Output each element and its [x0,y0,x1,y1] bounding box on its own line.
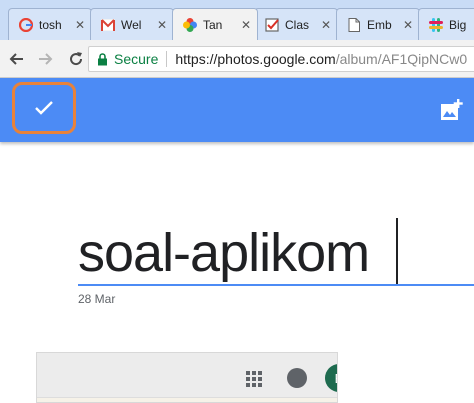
checkmark-icon [35,101,53,115]
embedded-content-strip [37,397,337,402]
google-photos-icon [183,17,197,32]
address-bar[interactable]: Secure https://photos.google.com/album/A… [88,46,474,72]
forward-arrow-icon[interactable] [34,47,58,71]
tab-embed[interactable]: Emb ✕ [336,8,420,40]
tab-close-icon[interactable]: ✕ [153,18,167,32]
omnibox-divider [166,51,168,67]
secure-indicator[interactable]: Secure [97,51,158,67]
selection-app-bar [0,78,474,142]
tab-gmail[interactable]: Wel ✕ [90,8,174,40]
google-g-icon [19,17,33,32]
lock-icon [98,52,107,65]
tab-close-icon[interactable]: ✕ [237,18,251,32]
gmail-icon [101,18,115,32]
tab-close-icon[interactable]: ✕ [317,18,331,32]
tab-close-icon[interactable]: ✕ [71,18,85,32]
url-host: https://photos.google.com [175,51,336,67]
apps-grid-icon [245,370,263,393]
embedded-screenshot-thumbnail[interactable]: E [36,352,338,403]
add-photo-icon[interactable] [440,98,464,122]
back-arrow-icon[interactable] [4,47,28,71]
tab-label: Tan [203,17,223,32]
browser-tab-strip: tosh ✕ Wel ✕ Tan ✕ Clas ✕ Emb ✕ Big [0,0,474,40]
secure-label: Secure [114,51,159,67]
album-title: soal-aplikom [78,223,370,283]
album-title-field[interactable]: soal-aplikom [78,218,474,286]
tab-label: Emb [367,17,392,32]
avatar: E [325,364,337,392]
document-icon [347,17,361,32]
slack-icon [429,17,443,32]
url-path: /album/AF1QipNCw0 [335,51,468,67]
browser-toolbar: Secure https://photos.google.com/album/A… [0,40,474,78]
notification-bell-icon [287,368,307,388]
text-cursor [396,218,398,284]
tab-classroom[interactable]: Clas ✕ [254,8,338,40]
tab-label: Big [449,17,467,32]
tab-label: tosh [39,17,62,32]
album-date: 28 Mar [78,292,116,306]
checkbox-icon [265,17,279,32]
tab-tosh[interactable]: tosh ✕ [8,8,92,40]
tab-slack[interactable]: Big [418,8,474,40]
reload-icon[interactable] [64,47,88,71]
done-button[interactable] [12,82,76,134]
tab-google-photos[interactable]: Tan ✕ [172,8,258,40]
tab-label: Clas [285,17,310,32]
tab-close-icon[interactable]: ✕ [399,18,413,32]
tab-label: Wel [121,17,142,32]
